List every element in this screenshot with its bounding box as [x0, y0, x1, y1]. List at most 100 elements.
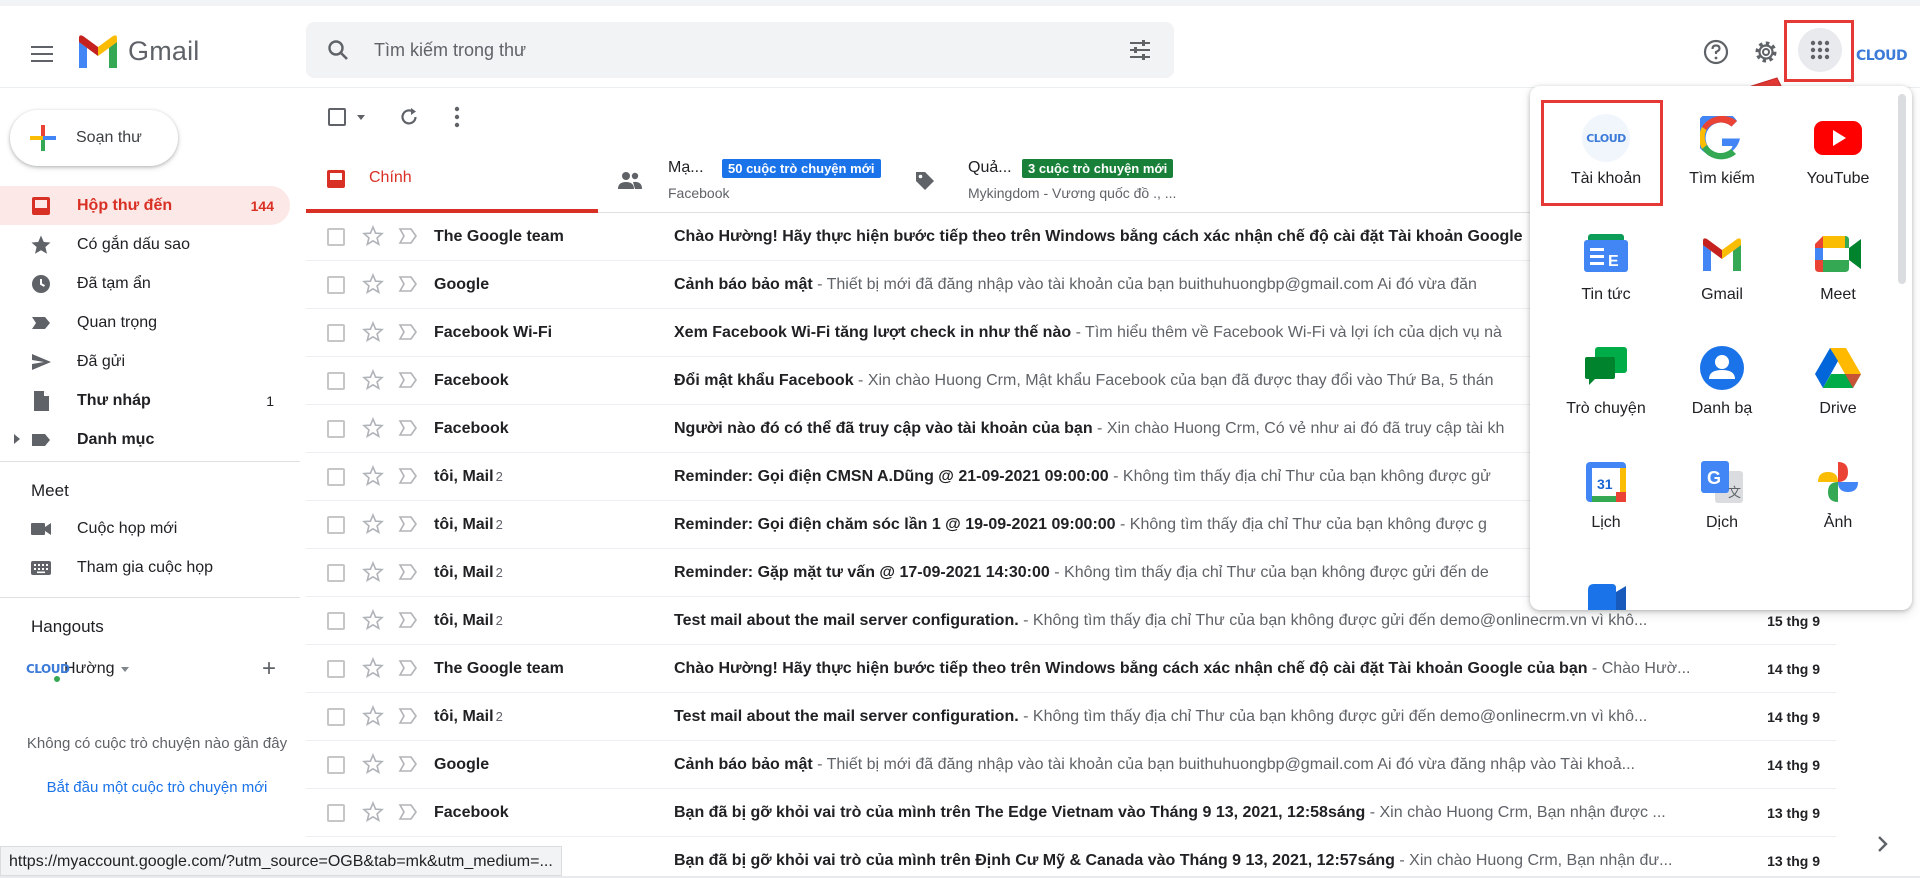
- inbox-icon: [32, 197, 50, 215]
- sidebar-item-important[interactable]: Quan trọng: [0, 303, 290, 342]
- meet-join-meeting[interactable]: Tham gia cuộc họp: [0, 549, 290, 587]
- important-marker-icon[interactable]: [398, 275, 418, 293]
- important-marker-icon[interactable]: [398, 467, 418, 485]
- tab-social[interactable]: Mạ... 50 cuộc trò chuyện mới Facebook: [610, 145, 902, 213]
- meet-section-title: Meet: [31, 481, 69, 500]
- important-marker-icon[interactable]: [398, 707, 418, 725]
- sidebar-item-inbox[interactable]: Hộp thư đến 144: [0, 186, 290, 225]
- star-icon[interactable]: [362, 657, 384, 679]
- star-icon[interactable]: [362, 609, 384, 631]
- app-search[interactable]: Tìm kiếm: [1668, 100, 1776, 200]
- star-icon[interactable]: [362, 801, 384, 823]
- star-icon[interactable]: [362, 513, 384, 535]
- keyboard-icon: [31, 561, 51, 575]
- logo-text: Gmail: [128, 35, 200, 66]
- table-row[interactable]: Google Cảnh báo bảo mật - Thiết bị mới đã…: [306, 741, 1836, 789]
- app-news[interactable]: E Tin tức: [1552, 216, 1660, 316]
- expand-caret-icon[interactable]: [14, 434, 20, 444]
- star-icon[interactable]: [362, 705, 384, 727]
- row-checkbox[interactable]: [327, 660, 345, 678]
- important-marker-icon[interactable]: [398, 371, 418, 389]
- account-avatar[interactable]: CLOUD: [1856, 48, 1908, 64]
- sidebar-item-label: Đã tạm ẩn: [77, 274, 151, 292]
- important-marker-icon[interactable]: [398, 611, 418, 629]
- important-marker-icon[interactable]: [398, 227, 418, 245]
- table-row[interactable]: tôi, Mail 2 Test mail about the mail serve…: [306, 693, 1836, 741]
- compose-label: Soạn thư: [76, 129, 142, 146]
- row-checkbox[interactable]: [327, 228, 345, 246]
- row-checkbox[interactable]: [327, 612, 345, 630]
- email-date: 14 thg 9: [1767, 709, 1820, 725]
- select-all-checkbox[interactable]: [328, 108, 346, 126]
- star-icon[interactable]: [362, 753, 384, 775]
- app-meet[interactable]: Meet: [1784, 216, 1892, 316]
- google-apps-button[interactable]: [1798, 28, 1842, 72]
- tab-promotions[interactable]: Quả... 3 cuộc trò chuyện mới Mykingdom -…: [914, 145, 1214, 213]
- star-icon[interactable]: [362, 273, 384, 295]
- add-chat-plus-icon[interactable]: +: [262, 655, 276, 683]
- start-chat-link[interactable]: Bắt đầu một cuộc trò chuyện mới: [20, 779, 294, 796]
- important-marker-icon[interactable]: [398, 659, 418, 677]
- app-contacts[interactable]: Danh bạ: [1668, 330, 1776, 430]
- star-icon[interactable]: [362, 369, 384, 391]
- compose-button[interactable]: Soạn thư: [10, 110, 178, 166]
- important-marker-icon[interactable]: [398, 323, 418, 341]
- star-icon[interactable]: [362, 417, 384, 439]
- row-checkbox[interactable]: [327, 420, 345, 438]
- sidebar-item-starred[interactable]: Có gắn dấu sao: [0, 225, 290, 264]
- row-checkbox[interactable]: [327, 372, 345, 390]
- important-marker-icon[interactable]: [398, 803, 418, 821]
- star-icon[interactable]: [362, 321, 384, 343]
- help-icon[interactable]: [1698, 34, 1734, 70]
- row-checkbox[interactable]: [327, 564, 345, 582]
- sidebar: Soạn thư Hộp thư đến 144 Có gắn dấu sao …: [0, 89, 300, 878]
- star-icon[interactable]: [362, 465, 384, 487]
- more-options-icon[interactable]: [454, 106, 460, 128]
- account-app-highlight: [1541, 100, 1663, 206]
- star-icon[interactable]: [362, 225, 384, 247]
- app-calendar[interactable]: 31 Lịch: [1552, 444, 1660, 544]
- search-options-icon[interactable]: [1128, 39, 1152, 61]
- table-row[interactable]: Facebook Bạn đã bị gỡ khỏi vai trò của mì…: [306, 789, 1836, 837]
- row-checkbox[interactable]: [327, 468, 345, 486]
- sidebar-item-snoozed[interactable]: Đã tạm ẩn: [0, 264, 290, 303]
- search-icon[interactable]: [326, 38, 350, 62]
- important-marker-icon[interactable]: [398, 419, 418, 437]
- row-checkbox[interactable]: [327, 708, 345, 726]
- google-g-icon: [1700, 116, 1740, 160]
- app-translate[interactable]: G 文 Dịch: [1668, 444, 1776, 544]
- row-checkbox[interactable]: [327, 756, 345, 774]
- app-drive[interactable]: Drive: [1784, 330, 1892, 430]
- sidebar-item-drafts[interactable]: Thư nháp 1: [0, 381, 290, 420]
- gmail-logo[interactable]: Gmail: [76, 34, 200, 68]
- email-sender: tôi, Mail 2: [434, 564, 503, 581]
- chevron-down-icon[interactable]: [120, 666, 129, 672]
- main-menu-button[interactable]: [24, 36, 60, 72]
- search-bar[interactable]: [306, 22, 1174, 78]
- row-checkbox[interactable]: [327, 516, 345, 534]
- app-gmail[interactable]: Gmail: [1668, 216, 1776, 316]
- select-dropdown-icon[interactable]: [357, 115, 365, 120]
- row-checkbox[interactable]: [327, 804, 345, 822]
- chevron-right-icon[interactable]: [1876, 834, 1890, 854]
- important-marker-icon[interactable]: [398, 563, 418, 581]
- important-marker-icon[interactable]: [398, 515, 418, 533]
- sidebar-item-sent[interactable]: Đã gửi: [0, 342, 290, 381]
- email-subject: Test mail about the mail server configur…: [674, 612, 1019, 629]
- table-row[interactable]: The Google team Chào Hường! Hãy thực hiện…: [306, 645, 1836, 693]
- sidebar-item-categories[interactable]: Danh mục: [0, 420, 290, 459]
- star-icon[interactable]: [362, 561, 384, 583]
- row-checkbox[interactable]: [327, 324, 345, 342]
- tab-primary[interactable]: Chính: [306, 145, 598, 213]
- settings-gear-icon[interactable]: [1748, 34, 1784, 70]
- row-checkbox[interactable]: [327, 276, 345, 294]
- app-photos[interactable]: Ảnh: [1784, 444, 1892, 544]
- app-youtube[interactable]: YouTube: [1784, 100, 1892, 200]
- app-chat[interactable]: Trò chuyện: [1552, 330, 1660, 430]
- apps-panel-scrollbar[interactable]: [1898, 94, 1906, 284]
- hangouts-user[interactable]: CLOUD Hường +: [26, 651, 286, 687]
- refresh-icon[interactable]: [398, 106, 420, 128]
- meet-new-meeting[interactable]: Cuộc họp mới: [0, 510, 290, 548]
- search-input[interactable]: [374, 22, 1074, 78]
- important-marker-icon[interactable]: [398, 755, 418, 773]
